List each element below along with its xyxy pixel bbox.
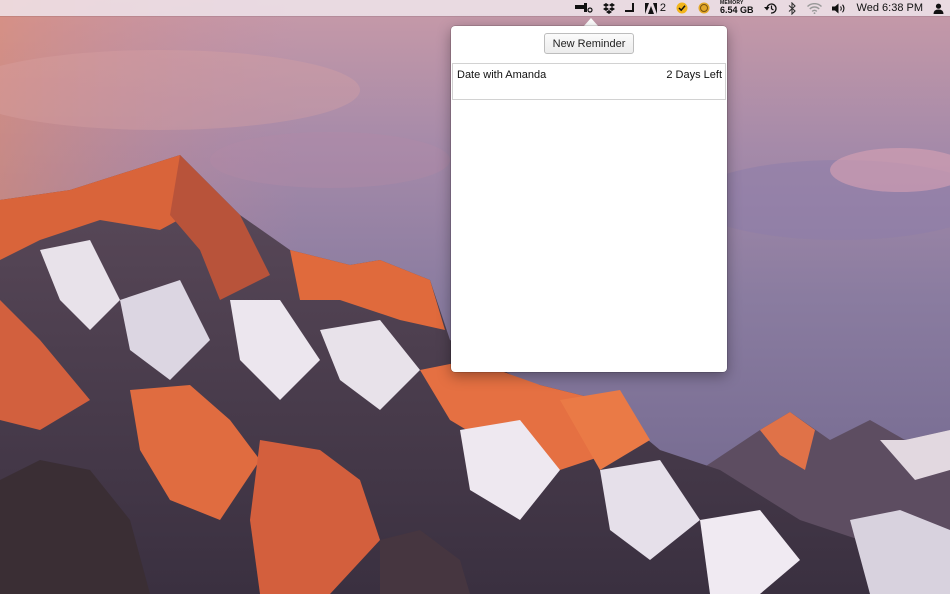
corner-bracket-icon[interactable] [624, 0, 635, 16]
coin-icon[interactable] [698, 0, 710, 16]
volume-icon[interactable] [831, 0, 847, 16]
wifi-icon[interactable] [806, 0, 822, 16]
bluetooth-icon[interactable] [788, 0, 797, 16]
adobe-badge: 2 [659, 1, 667, 14]
menu-bar-clock[interactable]: Wed 6:38 PM [857, 2, 923, 14]
reminder-list: Date with Amanda 2 Days Left [452, 63, 726, 100]
user-icon[interactable] [933, 0, 944, 16]
time-machine-icon[interactable] [763, 0, 778, 16]
reminder-remaining: 2 Days Left [666, 69, 722, 81]
reminder-popover: New Reminder Date with Amanda 2 Days Lef… [451, 26, 727, 372]
desktop: 2 MEMORY 6.54 GB Wed 6:38 PM New Reminde… [0, 0, 950, 594]
reminder-row[interactable]: Date with Amanda 2 Days Left [453, 64, 725, 99]
menu-bar-status-items: 2 MEMORY 6.54 GB Wed 6:38 PM [574, 0, 950, 16]
adobe-icon[interactable]: 2 [644, 0, 667, 16]
memory-value: 6.54 GB [720, 5, 754, 15]
new-reminder-button[interactable]: New Reminder [544, 33, 634, 54]
reminder-title: Date with Amanda [457, 69, 547, 81]
menu-bar: 2 MEMORY 6.54 GB Wed 6:38 PM [0, 0, 950, 16]
reminder-app-icon[interactable] [574, 0, 593, 16]
dropbox-icon[interactable] [602, 0, 615, 16]
memory-widget[interactable]: MEMORY 6.54 GB [720, 1, 754, 15]
checkmark-badge-icon[interactable] [676, 0, 688, 16]
